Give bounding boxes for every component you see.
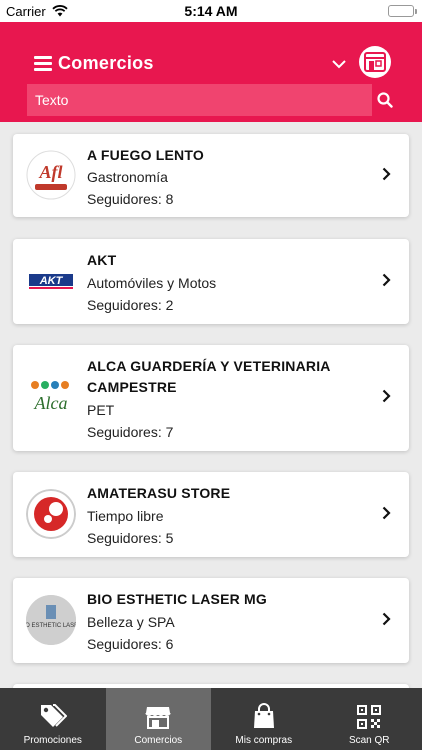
store-followers: Seguidores: 7	[87, 424, 174, 440]
store-category: Tiempo libre	[87, 508, 164, 524]
store-category: Gastronomía	[87, 169, 168, 185]
status-bar: Carrier 5:14 AM	[0, 0, 422, 22]
tab-label: Mis compras	[235, 735, 293, 746]
store-name: ALCA GUARDERÍA Y VETERINARIA CAMPESTRE	[87, 358, 331, 395]
hamburger-menu-icon[interactable]	[34, 56, 52, 71]
clock: 5:14 AM	[184, 3, 238, 19]
store-followers: Seguidores: 5	[87, 530, 174, 546]
chevron-down-icon[interactable]	[332, 56, 346, 74]
store-followers: Seguidores: 2	[87, 297, 174, 313]
amaterasu-logo	[26, 489, 76, 539]
store-name: A FUEGO LENTO	[87, 147, 204, 163]
shopping-bag-icon	[253, 701, 275, 729]
chevron-right-icon	[382, 612, 391, 631]
store-followers: Seguidores: 8	[87, 191, 174, 207]
svg-text:BIO ESTHETIC LASER: BIO ESTHETIC LASER	[26, 623, 76, 629]
bottom-tab-bar: Promociones Comercios Mis compras Scan Q…	[0, 688, 422, 750]
svg-text:Alca: Alca	[34, 393, 68, 413]
store-followers: Seguidores: 6	[87, 636, 174, 652]
tab-label: Scan QR	[348, 735, 390, 746]
store-card[interactable]: Afl A FUEGO LENTO Gastronomía Seguidores…	[13, 134, 409, 217]
storefront-icon	[364, 52, 386, 72]
app-header: Comercios	[0, 22, 422, 122]
store-category: Belleza y SPA	[87, 614, 175, 630]
search-input[interactable]	[27, 84, 372, 116]
chevron-right-icon	[382, 506, 391, 525]
page-title: Comercios	[58, 53, 154, 73]
svg-text:Afl: Afl	[38, 162, 62, 182]
store-category: Automóviles y Motos	[87, 275, 217, 291]
store-name: AMATERASU STORE	[87, 485, 231, 501]
tab-scan-qr[interactable]: Scan QR	[317, 688, 422, 750]
tab-label: Promociones	[23, 735, 82, 746]
bio-esthetic-logo: BIO ESTHETIC LASER	[26, 595, 76, 645]
tab-comercios[interactable]: Comercios	[105, 688, 211, 750]
store-category: PET	[87, 402, 115, 418]
svg-text:AKT: AKT	[39, 275, 64, 287]
store-card[interactable]: AMATERASU STORE Tiempo libre Seguidores:…	[13, 472, 409, 557]
battery-icon	[388, 5, 417, 17]
a-fuego-lento-logo: Afl	[26, 150, 76, 200]
chevron-right-icon	[382, 273, 391, 292]
tab-promociones[interactable]: Promociones	[0, 688, 106, 750]
chevron-right-icon	[382, 167, 391, 186]
store-card[interactable]: AKT AKT Automóviles y Motos Seguidores: …	[13, 239, 409, 324]
storefront-button[interactable]	[359, 46, 391, 78]
tab-label: Comercios	[134, 735, 183, 746]
store-icon	[145, 701, 172, 729]
store-card[interactable]: BIO ESTHETIC LASER BIO ESTHETIC LASER MG…	[13, 578, 409, 663]
store-card[interactable]: Alca ALCA GUARDERÍA Y VETERINARIA CAMPES…	[13, 345, 409, 451]
alca-logo: Alca	[26, 373, 76, 423]
search-icon[interactable]	[374, 89, 396, 111]
store-list: Afl A FUEGO LENTO Gastronomía Seguidores…	[0, 122, 422, 688]
store-name: AKT	[87, 252, 117, 268]
tag-icon	[39, 701, 67, 729]
akt-logo: AKT	[26, 256, 76, 306]
store-name: BIO ESTHETIC LASER MG	[87, 591, 267, 607]
chevron-right-icon	[382, 389, 391, 408]
tab-mis-compras[interactable]: Mis compras	[211, 688, 317, 750]
qr-code-icon	[357, 701, 382, 729]
